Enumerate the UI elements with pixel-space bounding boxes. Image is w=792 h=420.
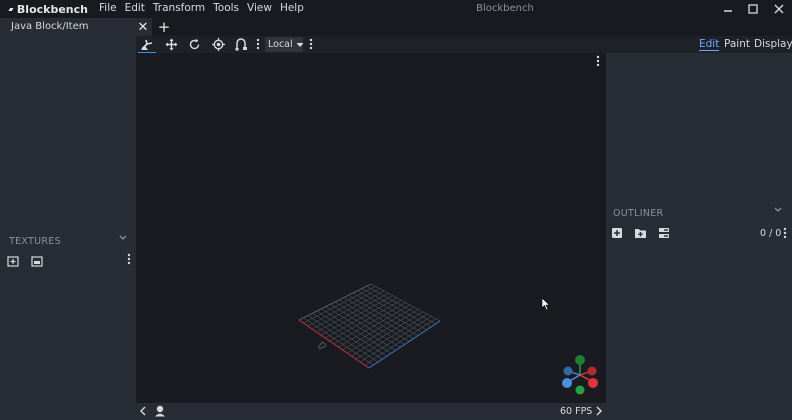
status-project-button[interactable] (153, 404, 167, 418)
transform-space-select[interactable]: Local (265, 37, 303, 52)
transform-space-value: Local (268, 39, 293, 50)
viewport-menu-button[interactable] (596, 55, 600, 70)
project-tab-label: Java Block/Item (11, 21, 89, 32)
list-collapse-icon (659, 228, 669, 238)
north-arrow-icon (317, 341, 327, 350)
texture-icon (31, 256, 43, 267)
status-prev-button[interactable] (138, 405, 148, 417)
close-window-button[interactable] (768, 1, 790, 17)
add-cube-button[interactable] (610, 226, 624, 240)
add-group-button[interactable] (633, 226, 647, 240)
create-texture-button[interactable] (30, 254, 44, 268)
textures-collapse-button[interactable] (118, 233, 128, 246)
vertex-snap-icon (235, 38, 247, 51)
person-icon (155, 405, 165, 417)
transform-menu-button[interactable] (256, 38, 260, 53)
more-vertical-icon (127, 253, 131, 265)
add-folder-icon (634, 229, 646, 238)
tab-close-icon[interactable]: ✕ (136, 19, 150, 35)
more-vertical-icon (309, 38, 313, 50)
window-title: Blockbench (476, 3, 534, 14)
collapse-groups-button[interactable] (657, 226, 671, 240)
outliner-collapse-button[interactable] (773, 205, 783, 218)
status-bar (136, 403, 606, 420)
maximize-button[interactable] (742, 1, 764, 17)
add-cube-icon (612, 228, 622, 238)
textures-menu-button[interactable] (127, 253, 131, 268)
resize-tool-button[interactable] (162, 37, 180, 52)
chevron-left-icon (140, 406, 146, 416)
pivot-tool-icon (211, 38, 225, 51)
add-texture-icon (7, 256, 19, 267)
tool-bar (136, 36, 606, 53)
grid-line (338, 304, 410, 348)
viewport-canvas (298, 283, 598, 395)
close-icon (774, 4, 784, 14)
pivot-tool-button[interactable] (209, 37, 227, 52)
grid-line (370, 283, 441, 322)
outliner-panel-title: OUTLINER (613, 208, 664, 219)
left-sidebar (0, 36, 136, 420)
fps-counter: 60 FPS (560, 406, 593, 417)
rotate-tool-button[interactable] (185, 37, 203, 52)
mode-tab-paint[interactable]: Paint (724, 38, 750, 50)
toolbar-menu-button[interactable] (309, 38, 313, 53)
vertex-snap-button[interactable] (232, 37, 250, 52)
rotate-tool-icon (189, 38, 199, 50)
more-vertical-icon (783, 227, 787, 239)
mode-tab-edit[interactable]: Edit (699, 38, 720, 51)
status-next-button[interactable] (594, 405, 604, 417)
minimize-icon (724, 10, 732, 12)
caret-down-icon (296, 42, 303, 47)
mode-tab-display[interactable]: Display (754, 38, 792, 50)
textures-panel-title: TEXTURES (9, 236, 61, 247)
move-tool-icon (141, 39, 153, 50)
new-tab-button[interactable]: + (157, 18, 171, 36)
resize-tool-icon (165, 38, 177, 51)
project-tab[interactable]: Java Block/Item ✕ (0, 18, 152, 36)
chevron-right-icon (596, 406, 602, 416)
move-tool-button[interactable] (138, 37, 156, 54)
axis-gizmo[interactable] (562, 355, 598, 395)
grid-line (366, 285, 436, 325)
floor-grid (298, 283, 441, 369)
chevron-down-icon (119, 235, 127, 240)
minimize-button[interactable] (717, 1, 739, 17)
grid-line (361, 288, 432, 328)
chevron-down-icon (774, 207, 782, 212)
maximize-icon (748, 4, 758, 14)
more-vertical-icon (256, 38, 260, 50)
more-vertical-icon (596, 55, 600, 67)
mouse-cursor-icon (541, 297, 551, 311)
import-texture-button[interactable] (6, 254, 20, 268)
outliner-count: 0 / 0 (760, 228, 782, 239)
outliner-menu-button[interactable] (783, 227, 787, 242)
3d-viewport[interactable] (136, 53, 606, 403)
